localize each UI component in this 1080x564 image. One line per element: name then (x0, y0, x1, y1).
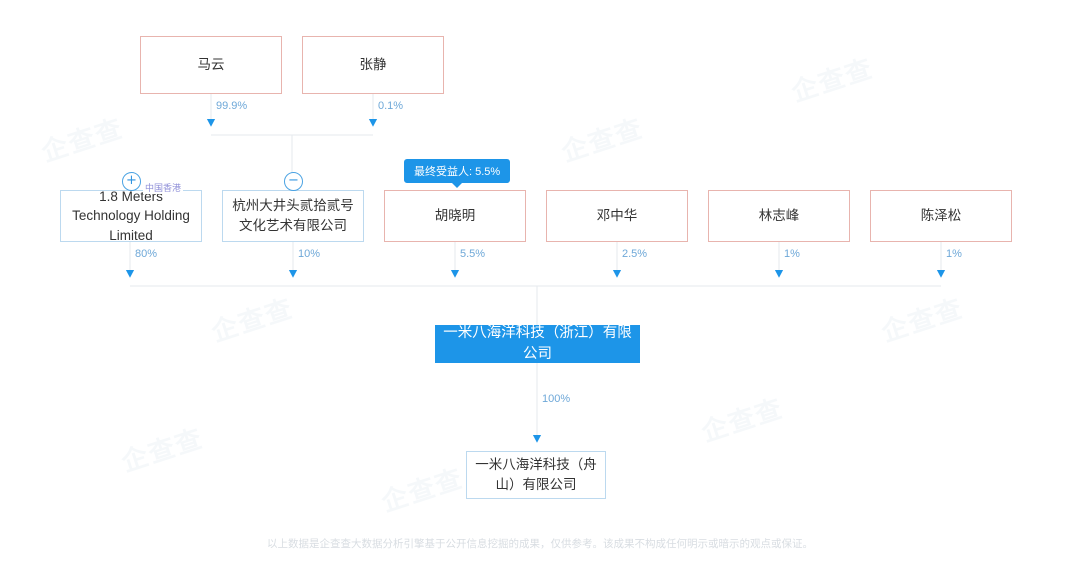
node-dajingtou[interactable]: 杭州大井头贰拾贰号文化艺术有限公司 (222, 190, 364, 242)
watermark: 企查查 (117, 422, 208, 478)
node-label: 马云 (197, 57, 225, 73)
node-label: 陈泽松 (920, 208, 962, 224)
watermark: 企查查 (557, 112, 648, 168)
node-mayun[interactable]: 马云 (140, 36, 282, 94)
watermark: 企查查 (377, 462, 468, 518)
node-label: 张静 (359, 57, 387, 73)
watermark: 企查查 (697, 392, 788, 448)
node-label: 胡晓明 (434, 208, 476, 224)
percent-zhangjing-to-dajingtou: 0.1% (378, 100, 404, 112)
watermark: 企查查 (877, 292, 968, 348)
node-label: 1.8 Meters Technology Holding Limited (72, 188, 190, 243)
node-chenzesong[interactable]: 陈泽松 (870, 190, 1012, 242)
percent-huxiaoming-to-main: 5.5% (460, 248, 486, 260)
region-tag-hongkong: 中国香港 (143, 181, 184, 194)
node-zhangjing[interactable]: 张静 (302, 36, 444, 94)
node-huxiaoming[interactable]: 胡晓明 (384, 190, 526, 242)
node-main-company[interactable]: 一米八海洋科技（浙江）有限公司 (435, 325, 640, 363)
node-holding-limited[interactable]: 1.8 Meters Technology Holding Limited (60, 189, 202, 243)
watermark: 企查查 (37, 112, 128, 168)
watermark: 企查查 (207, 292, 298, 348)
node-sub-company[interactable]: 一米八海洋科技（舟山）有限公司 (466, 451, 606, 499)
org-chart-canvas: 企查查 企查查 企查查 企查查 企查查 企查查 企查查 企查查 马云 张静 99… (0, 0, 1080, 564)
node-label: 一米八海洋科技（浙江）有限公司 (443, 324, 632, 362)
percent-dajingtou-to-main: 10% (298, 248, 321, 260)
percent-mayun-to-dajingtou: 99.9% (216, 100, 248, 112)
percent-holding-to-main: 80% (135, 248, 158, 260)
node-label: 一米八海洋科技（舟山）有限公司 (475, 457, 597, 492)
node-label: 邓中华 (596, 208, 638, 224)
node-linzhifeng[interactable]: 林志峰 (708, 190, 850, 242)
collapse-minus-icon[interactable]: − (284, 172, 303, 191)
node-dengzhonghua[interactable]: 邓中华 (546, 190, 688, 242)
watermark: 企查查 (787, 52, 878, 108)
percent-chenzesong-to-main: 1% (946, 248, 962, 260)
node-label: 林志峰 (758, 208, 800, 224)
percent-dengzhonghua-to-main: 2.5% (622, 248, 648, 260)
expand-plus-icon[interactable]: + (122, 172, 141, 191)
ultimate-beneficiary-badge: 最终受益人: 5.5% (404, 159, 511, 188)
percent-linzhifeng-to-main: 1% (784, 248, 800, 260)
percent-main-to-sub: 100% (542, 393, 571, 405)
disclaimer-text: 以上数据是企查查大数据分析引擎基于公开信息挖掘的成果，仅供参考。该成果不构成任何… (267, 538, 813, 550)
node-label: 杭州大井头贰拾贰号文化艺术有限公司 (232, 198, 354, 233)
